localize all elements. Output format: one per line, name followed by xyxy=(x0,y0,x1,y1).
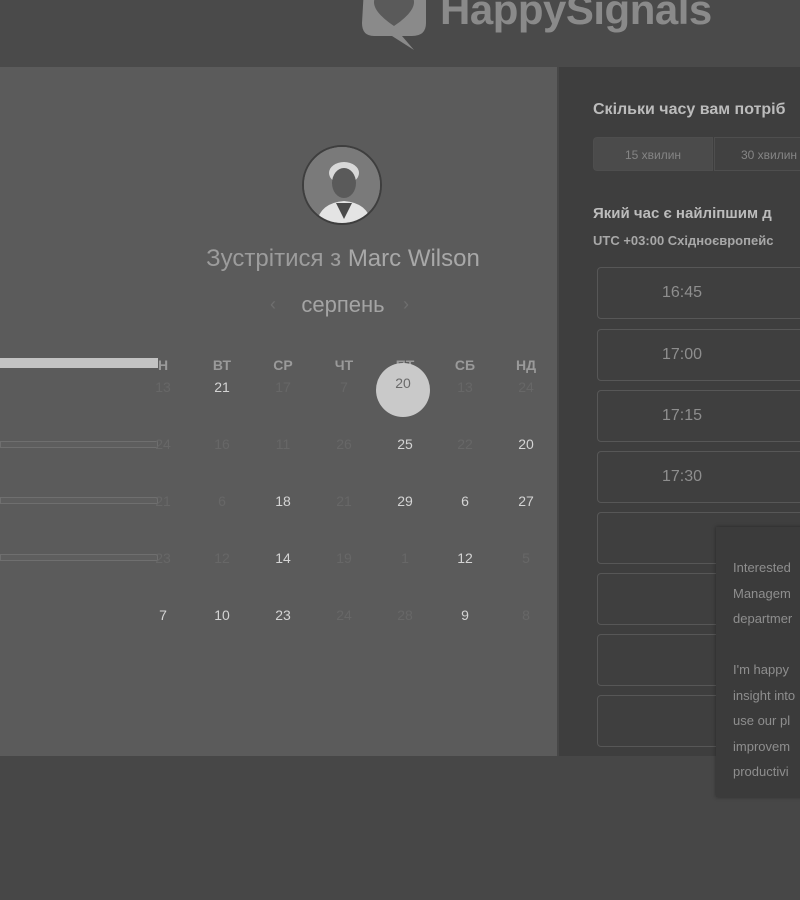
calendar-day-disabled: 7 xyxy=(340,379,348,395)
calendar-day-disabled: 13 xyxy=(457,379,473,395)
speech-heart-icon xyxy=(362,0,426,50)
timezone-label: UTC +03:00 Східноєвропейс xyxy=(593,233,773,248)
calendar-day-disabled: 23 xyxy=(155,550,171,566)
calendar-day-disabled: 17 xyxy=(275,379,291,395)
divider-bar xyxy=(0,554,158,561)
chevron-left-icon[interactable]: ‹ xyxy=(270,294,276,315)
calendar-day[interactable]: 7 xyxy=(138,607,188,623)
time-slot-button[interactable]: 16:45 xyxy=(597,267,800,319)
brand-name[interactable]: HappySignals xyxy=(440,0,712,34)
calendar-day[interactable]: 25 xyxy=(380,436,430,452)
host-name: Marc Wilson xyxy=(347,245,480,272)
chat-popup[interactable]: Interested Managem departmer I'm happy insig… xyxy=(716,527,800,797)
meeting-title: Зустрітися з Marc Wilson xyxy=(150,245,536,273)
timezone-offset: UTC +03:00 xyxy=(593,233,665,248)
time-slot-button[interactable]: 17:30 xyxy=(597,451,800,503)
calendar-day[interactable]: 27 xyxy=(501,493,551,509)
timezone-name: Східноєвропейс xyxy=(667,233,774,248)
popup-line: insight into xyxy=(733,687,796,703)
calendar-day[interactable]: 20 xyxy=(501,436,551,452)
calendar-day-disabled: 5 xyxy=(522,550,530,566)
calendar-day-disabled: 13 xyxy=(155,379,171,395)
time-slot-button[interactable]: 17:00 xyxy=(597,329,800,381)
calendar-day[interactable]: 14 xyxy=(258,550,308,566)
calendar-day[interactable]: 9 xyxy=(440,607,490,623)
divider-bar xyxy=(0,497,158,504)
popup-line: Managem xyxy=(733,585,791,601)
calendar-day-disabled: 8 xyxy=(522,607,530,623)
divider-bar xyxy=(0,441,158,448)
weekday-label: СБ xyxy=(454,357,476,373)
weekday-label: ВТ xyxy=(212,357,232,373)
calendar-day[interactable]: 10 xyxy=(197,607,247,623)
chevron-right-icon[interactable]: › xyxy=(403,294,409,315)
popup-line: departmer xyxy=(733,611,793,626)
popup-line: Interested xyxy=(733,560,791,575)
popup-line: use our pl xyxy=(733,713,791,728)
weekday-label: СР xyxy=(273,357,293,373)
calendar-day-disabled: 1 xyxy=(401,550,409,566)
calendar-day-disabled: 24 xyxy=(336,607,352,623)
calendar-day[interactable]: 21 xyxy=(197,379,247,395)
calendar-day-disabled: 19 xyxy=(336,550,352,566)
weekday-label: ЧТ xyxy=(334,357,354,373)
meeting-title-prefix: Зустрітися з xyxy=(206,245,342,272)
duration-question: Скільки часу вам потріб xyxy=(593,101,786,118)
calendar-day-disabled: 16 xyxy=(214,436,230,452)
popup-line xyxy=(733,632,800,658)
calendar-day[interactable]: 6 xyxy=(440,493,490,509)
weekday-label: НД xyxy=(515,357,537,373)
calendar-day-disabled: 21 xyxy=(336,493,352,509)
popup-message: Interested Managem departmer I'm happy insig… xyxy=(733,555,800,785)
popup-line: productivi xyxy=(733,764,789,779)
duration-option-15[interactable]: 15 хвилин xyxy=(593,137,713,171)
popup-line: improvem xyxy=(733,738,791,754)
calendar-day-disabled: 21 xyxy=(155,493,171,509)
calendar-day-disabled: 28 xyxy=(397,607,413,623)
calendar-day[interactable]: 23 xyxy=(258,607,308,623)
calendar-day-disabled: 26 xyxy=(336,436,352,452)
duration-option-30[interactable]: 30 хвилин xyxy=(714,137,800,171)
calendar-day-disabled: 11 xyxy=(275,436,291,452)
time-slot-button[interactable]: 17:15 xyxy=(597,390,800,442)
time-question: Який час є найліпшим д xyxy=(593,205,772,222)
calendar-day-disabled: 24 xyxy=(155,436,171,452)
month-navigator: ‹ серпень › xyxy=(270,292,420,322)
host-avatar xyxy=(302,145,382,225)
month-label: серпень xyxy=(301,292,385,317)
popup-line: I'm happy xyxy=(733,662,789,677)
calendar-day[interactable]: 29 xyxy=(380,493,430,509)
calendar-day-disabled: 22 xyxy=(457,436,473,452)
calendar-day[interactable]: 12 xyxy=(440,550,490,566)
calendar-day-disabled: 12 xyxy=(214,550,230,566)
calendar-day-disabled: 24 xyxy=(518,379,534,395)
duration-bar xyxy=(0,358,158,368)
calendar-day[interactable]: 18 xyxy=(258,493,308,509)
selected-day-number[interactable]: 20 xyxy=(376,363,430,417)
app-header: HappySignals xyxy=(0,0,800,67)
calendar-day-disabled: 6 xyxy=(218,493,226,509)
calendar-panel: Зустрітися з Marc Wilson ‹ серпень › Н ВТ… xyxy=(0,67,557,756)
person-icon xyxy=(304,147,380,223)
weekday-label: Н xyxy=(157,357,169,373)
